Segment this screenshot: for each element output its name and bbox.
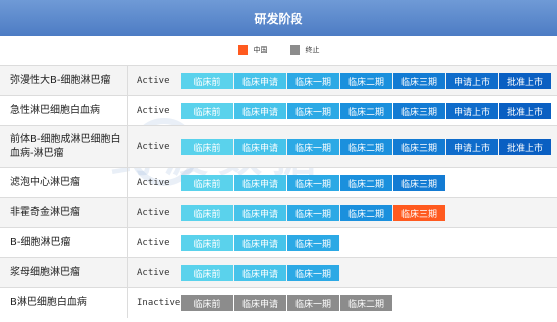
stage-cell: 临床二期 xyxy=(340,73,392,89)
table-row: 滤泡中心淋巴瘤 Active 临床前 临床申请 临床一期 临床二期 临床三期 xyxy=(0,167,557,198)
status-label: Inactive xyxy=(137,298,181,308)
table-row: 浆母细胞淋巴瘤 Active 临床前 临床申请 临床一期 xyxy=(0,257,557,288)
stage-cell: 临床二期 xyxy=(340,103,392,119)
stage-cell: 批准上市 xyxy=(499,103,551,119)
status-label: Active xyxy=(137,178,170,188)
legend-label: 终止 xyxy=(305,46,320,54)
column-divider xyxy=(127,66,128,96)
stage-bar: 临床前 临床申请 临床一期 临床二期 临床三期 申请上市 批准上市 xyxy=(181,126,552,168)
legend-swatch xyxy=(237,45,248,55)
legend-swatch xyxy=(289,45,300,55)
column-divider xyxy=(127,96,128,126)
stage-cell: 临床前 xyxy=(181,139,233,155)
stage-cell: 申请上市 xyxy=(446,103,498,119)
stage-bar: 临床前 临床申请 临床一期 临床二期 临床三期 申请上市 批准上市 xyxy=(181,96,552,126)
status-label: Active xyxy=(137,208,170,218)
legend: 中国 终止 xyxy=(0,43,557,57)
stage-cell: 临床前 xyxy=(181,295,233,311)
stage-cell: 批准上市 xyxy=(499,139,551,155)
indication-label: 弥漫性大B-细胞淋巴瘤 xyxy=(10,75,111,86)
status-label: Active xyxy=(137,268,170,278)
stage-cell: 临床二期 xyxy=(340,205,392,221)
stage-cell: 临床申请 xyxy=(234,103,286,119)
stage-cell: 临床前 xyxy=(181,235,233,251)
column-divider xyxy=(127,126,128,168)
stage-cell: 临床申请 xyxy=(234,295,286,311)
stage-cell: 临床三期 xyxy=(393,175,445,191)
stage-cell: 临床三期 xyxy=(393,73,445,89)
stage-cell: 临床二期 xyxy=(340,295,392,311)
stage-bar: 临床前 临床申请 临床一期 xyxy=(181,228,340,258)
stage-bar: 临床前 临床申请 临床一期 临床二期 临床三期 xyxy=(181,198,446,228)
stage-cell: 临床申请 xyxy=(234,235,286,251)
legend-label: 中国 xyxy=(253,46,268,54)
stage-cell: 申请上市 xyxy=(446,73,498,89)
status-label: Active xyxy=(137,238,170,248)
column-divider xyxy=(127,198,128,228)
stage-cell: 临床前 xyxy=(181,205,233,221)
chart-header: 研发阶段 xyxy=(0,0,557,36)
stage-cell: 临床一期 xyxy=(287,73,339,89)
table-row: B-细胞淋巴瘤 Active 临床前 临床申请 临床一期 xyxy=(0,227,557,258)
status-label: Active xyxy=(137,106,170,116)
table-row: 非霍奇金淋巴瘤 Active 临床前 临床申请 临床一期 临床二期 临床三期 xyxy=(0,197,557,228)
column-divider xyxy=(127,258,128,288)
indication-label: B淋巴细胞白血病 xyxy=(10,297,87,308)
stage-cell: 临床一期 xyxy=(287,205,339,221)
stage-bar: 临床前 临床申请 临床一期 临床二期 临床三期 申请上市 批准上市 xyxy=(181,66,552,96)
legend-item: 中国 xyxy=(237,45,268,55)
stage-cell: 临床申请 xyxy=(234,205,286,221)
column-divider xyxy=(127,228,128,258)
stage-cell: 临床申请 xyxy=(234,265,286,281)
stage-cell: 临床申请 xyxy=(234,175,286,191)
indication-label: B-细胞淋巴瘤 xyxy=(10,237,71,248)
stage-cell: 临床三期 xyxy=(393,205,445,221)
stage-cell: 临床申请 xyxy=(234,139,286,155)
stage-cell: 临床一期 xyxy=(287,139,339,155)
stage-cell: 临床一期 xyxy=(287,175,339,191)
stage-cell: 临床一期 xyxy=(287,235,339,251)
stage-cell: 临床申请 xyxy=(234,73,286,89)
stage-cell: 临床前 xyxy=(181,175,233,191)
chart-title: 研发阶段 xyxy=(254,11,303,26)
stage-bar: 临床前 临床申请 临床一期 xyxy=(181,258,340,288)
indication-label: 急性淋巴细胞白血病 xyxy=(10,105,100,116)
indication-label: 前体B-细胞成淋巴细胞白血病-淋巴瘤 xyxy=(10,134,121,159)
stage-cell: 临床一期 xyxy=(287,103,339,119)
status-label: Active xyxy=(137,76,170,86)
column-divider xyxy=(127,288,128,318)
stage-cell: 临床前 xyxy=(181,103,233,119)
stage-cell: 临床前 xyxy=(181,265,233,281)
stage-cell: 临床二期 xyxy=(340,139,392,155)
table-row: 急性淋巴细胞白血病 Active 临床前 临床申请 临床一期 临床二期 临床三期 申请上市 批准… xyxy=(0,95,557,126)
stage-cell: 临床一期 xyxy=(287,295,339,311)
table-row: 弥漫性大B-细胞淋巴瘤 Active 临床前 临床申请 临床一期 临床二期 临床三期 申请上市… xyxy=(0,65,557,96)
table-row: B淋巴细胞白血病 Inactive 临床前 临床申请 临床一期 临床二期 xyxy=(0,287,557,318)
column-divider xyxy=(127,168,128,198)
stage-cell: 临床前 xyxy=(181,73,233,89)
indication-label: 非霍奇金淋巴瘤 xyxy=(10,207,80,218)
stage-cell: 临床二期 xyxy=(340,175,392,191)
stage-cell: 临床一期 xyxy=(287,265,339,281)
table-row: 前体B-细胞成淋巴细胞白血病-淋巴瘤 Active 临床前 临床申请 临床一期 临床二期临… xyxy=(0,125,557,168)
legend-item: 终止 xyxy=(289,45,320,55)
indication-label: 滤泡中心淋巴瘤 xyxy=(10,177,80,188)
status-label: Active xyxy=(137,142,170,152)
stage-bar: 临床前 临床申请 临床一期 临床二期 xyxy=(181,288,393,318)
stage-cell: 临床三期 xyxy=(393,103,445,119)
stage-bar: 临床前 临床申请 临床一期 临床二期 临床三期 xyxy=(181,168,446,198)
stage-cell: 批准上市 xyxy=(499,73,551,89)
indication-label: 浆母细胞淋巴瘤 xyxy=(10,267,80,278)
stage-cell: 临床三期 xyxy=(393,139,445,155)
stage-cell: 申请上市 xyxy=(446,139,498,155)
